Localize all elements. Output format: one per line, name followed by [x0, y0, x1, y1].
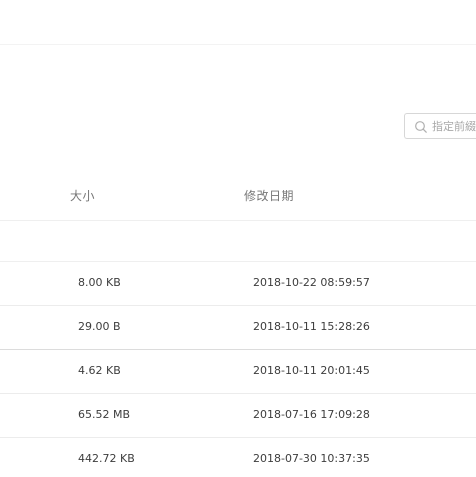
file-size: 442.72 KB — [78, 452, 135, 465]
table-row[interactable]: 65.52 MB 2018-07-16 17:09:28 — [0, 394, 476, 438]
modified-date: 2018-10-11 20:01:45 — [253, 364, 370, 377]
table-body: 8.00 KB 2018-10-22 08:59:57 29.00 B 2018… — [0, 262, 476, 477]
column-header-size[interactable]: 大小 — [70, 187, 95, 204]
file-size: 4.62 KB — [78, 364, 121, 377]
modified-date: 2018-10-22 08:59:57 — [253, 276, 370, 289]
modified-date: 2018-07-30 10:37:35 — [253, 452, 370, 465]
file-size: 65.52 MB — [78, 408, 131, 421]
table-header: 大小 修改日期 — [0, 168, 476, 221]
table-row-empty — [0, 221, 476, 262]
table-row[interactable]: 4.62 KB 2018-10-11 20:01:45 — [0, 350, 476, 394]
file-browser-page: 大小 修改日期 8.00 KB 2018-10-22 08:59:57 29.0… — [0, 0, 476, 477]
modified-date: 2018-07-16 17:09:28 — [253, 408, 370, 421]
file-size: 8.00 KB — [78, 276, 121, 289]
table-row[interactable]: 8.00 KB 2018-10-22 08:59:57 — [0, 262, 476, 306]
modified-date: 2018-10-11 15:28:26 — [253, 320, 370, 333]
table-row[interactable]: 442.72 KB 2018-07-30 10:37:35 — [0, 438, 476, 477]
top-bar — [0, 0, 476, 45]
file-table: 大小 修改日期 8.00 KB 2018-10-22 08:59:57 29.0… — [0, 168, 476, 477]
table-row[interactable]: 29.00 B 2018-10-11 15:28:26 — [0, 306, 476, 350]
file-size: 29.00 B — [78, 320, 121, 333]
search-icon — [414, 119, 428, 133]
prefix-search-box[interactable] — [404, 113, 476, 139]
column-header-modified[interactable]: 修改日期 — [244, 187, 294, 204]
prefix-search-input[interactable] — [432, 119, 476, 133]
